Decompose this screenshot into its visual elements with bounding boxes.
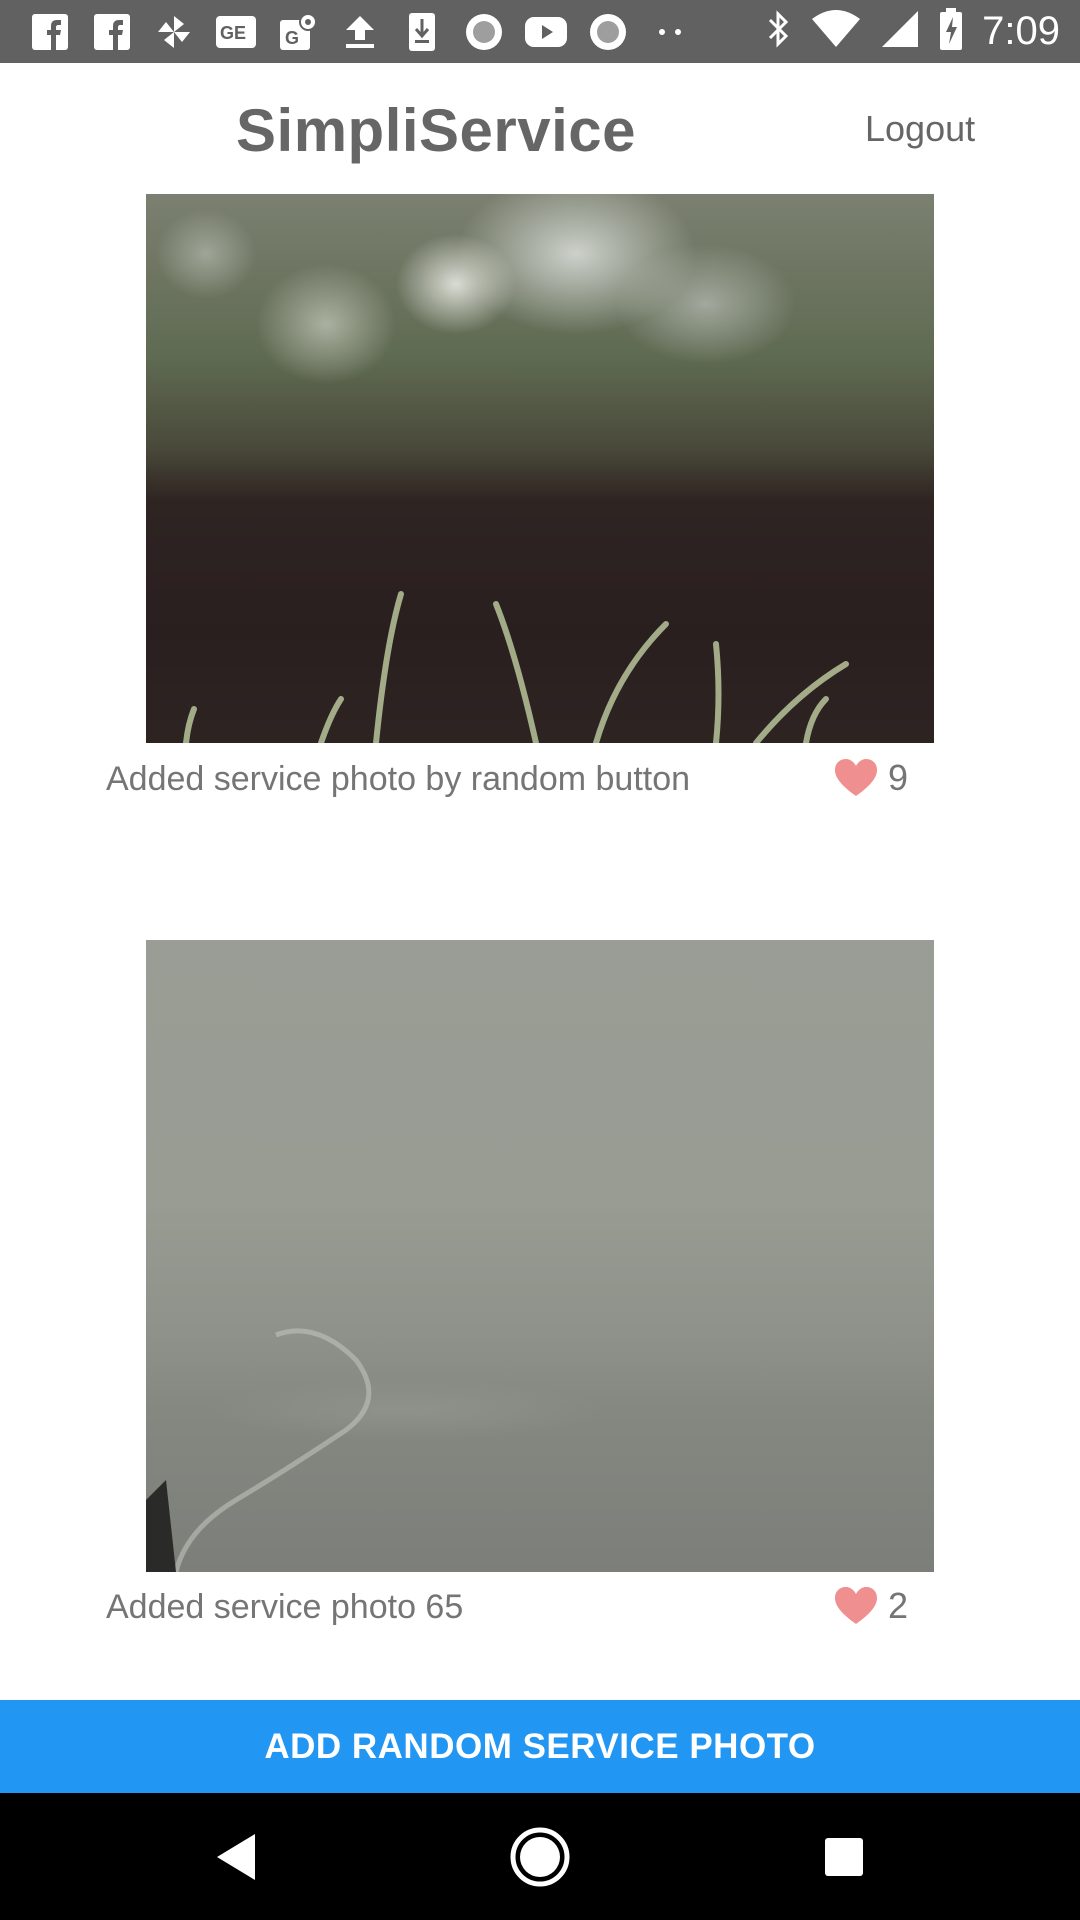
- like-count: 9: [888, 757, 909, 798]
- heart-icon[interactable]: [834, 758, 878, 798]
- google-maps-icon: G: [274, 8, 322, 56]
- back-icon[interactable]: [175, 1793, 295, 1920]
- cell-signal-icon: [880, 9, 920, 54]
- ge-icon: GE: [212, 8, 260, 56]
- status-time: 7:09: [982, 9, 1060, 53]
- app-title: SimpliService: [236, 97, 637, 164]
- circle-icon: [584, 8, 632, 56]
- home-icon[interactable]: [480, 1793, 600, 1920]
- navigation-bar: [0, 1793, 1080, 1920]
- like-counter[interactable]: 9: [834, 757, 908, 799]
- service-photo[interactable]: [146, 940, 934, 1572]
- photo-caption: Added service photo 65: [106, 1588, 464, 1626]
- download-icon: [398, 8, 446, 56]
- facebook-icon: [88, 8, 136, 56]
- wifi-icon: [810, 9, 862, 54]
- heart-icon[interactable]: [834, 1586, 878, 1626]
- app-header: SimpliService Logout: [0, 63, 1080, 193]
- like-counter[interactable]: 2: [834, 1585, 908, 1627]
- service-photo[interactable]: [146, 194, 934, 743]
- battery-charging-icon: [938, 7, 964, 56]
- upload-icon: [336, 8, 384, 56]
- add-random-service-photo-button[interactable]: ADD RANDOM SERVICE PHOTO: [0, 1700, 1080, 1793]
- youtube-icon: [522, 8, 570, 56]
- pinwheel-icon: [150, 8, 198, 56]
- photo-caption: Added service photo by random button: [106, 760, 691, 798]
- like-count: 2: [888, 1585, 909, 1626]
- notification-icons: GE G: [26, 0, 694, 63]
- logout-button[interactable]: Logout: [865, 108, 975, 150]
- svg-text:G: G: [285, 28, 299, 48]
- bluetooth-icon: [764, 9, 792, 54]
- system-icons: 7:09: [764, 0, 1060, 63]
- status-bar: GE G 7:09: [0, 0, 1080, 63]
- recents-icon[interactable]: [784, 1793, 904, 1920]
- svg-text:GE: GE: [220, 23, 246, 43]
- more-dots-icon: [646, 8, 694, 56]
- circle-icon: [460, 8, 508, 56]
- facebook-icon: [26, 8, 74, 56]
